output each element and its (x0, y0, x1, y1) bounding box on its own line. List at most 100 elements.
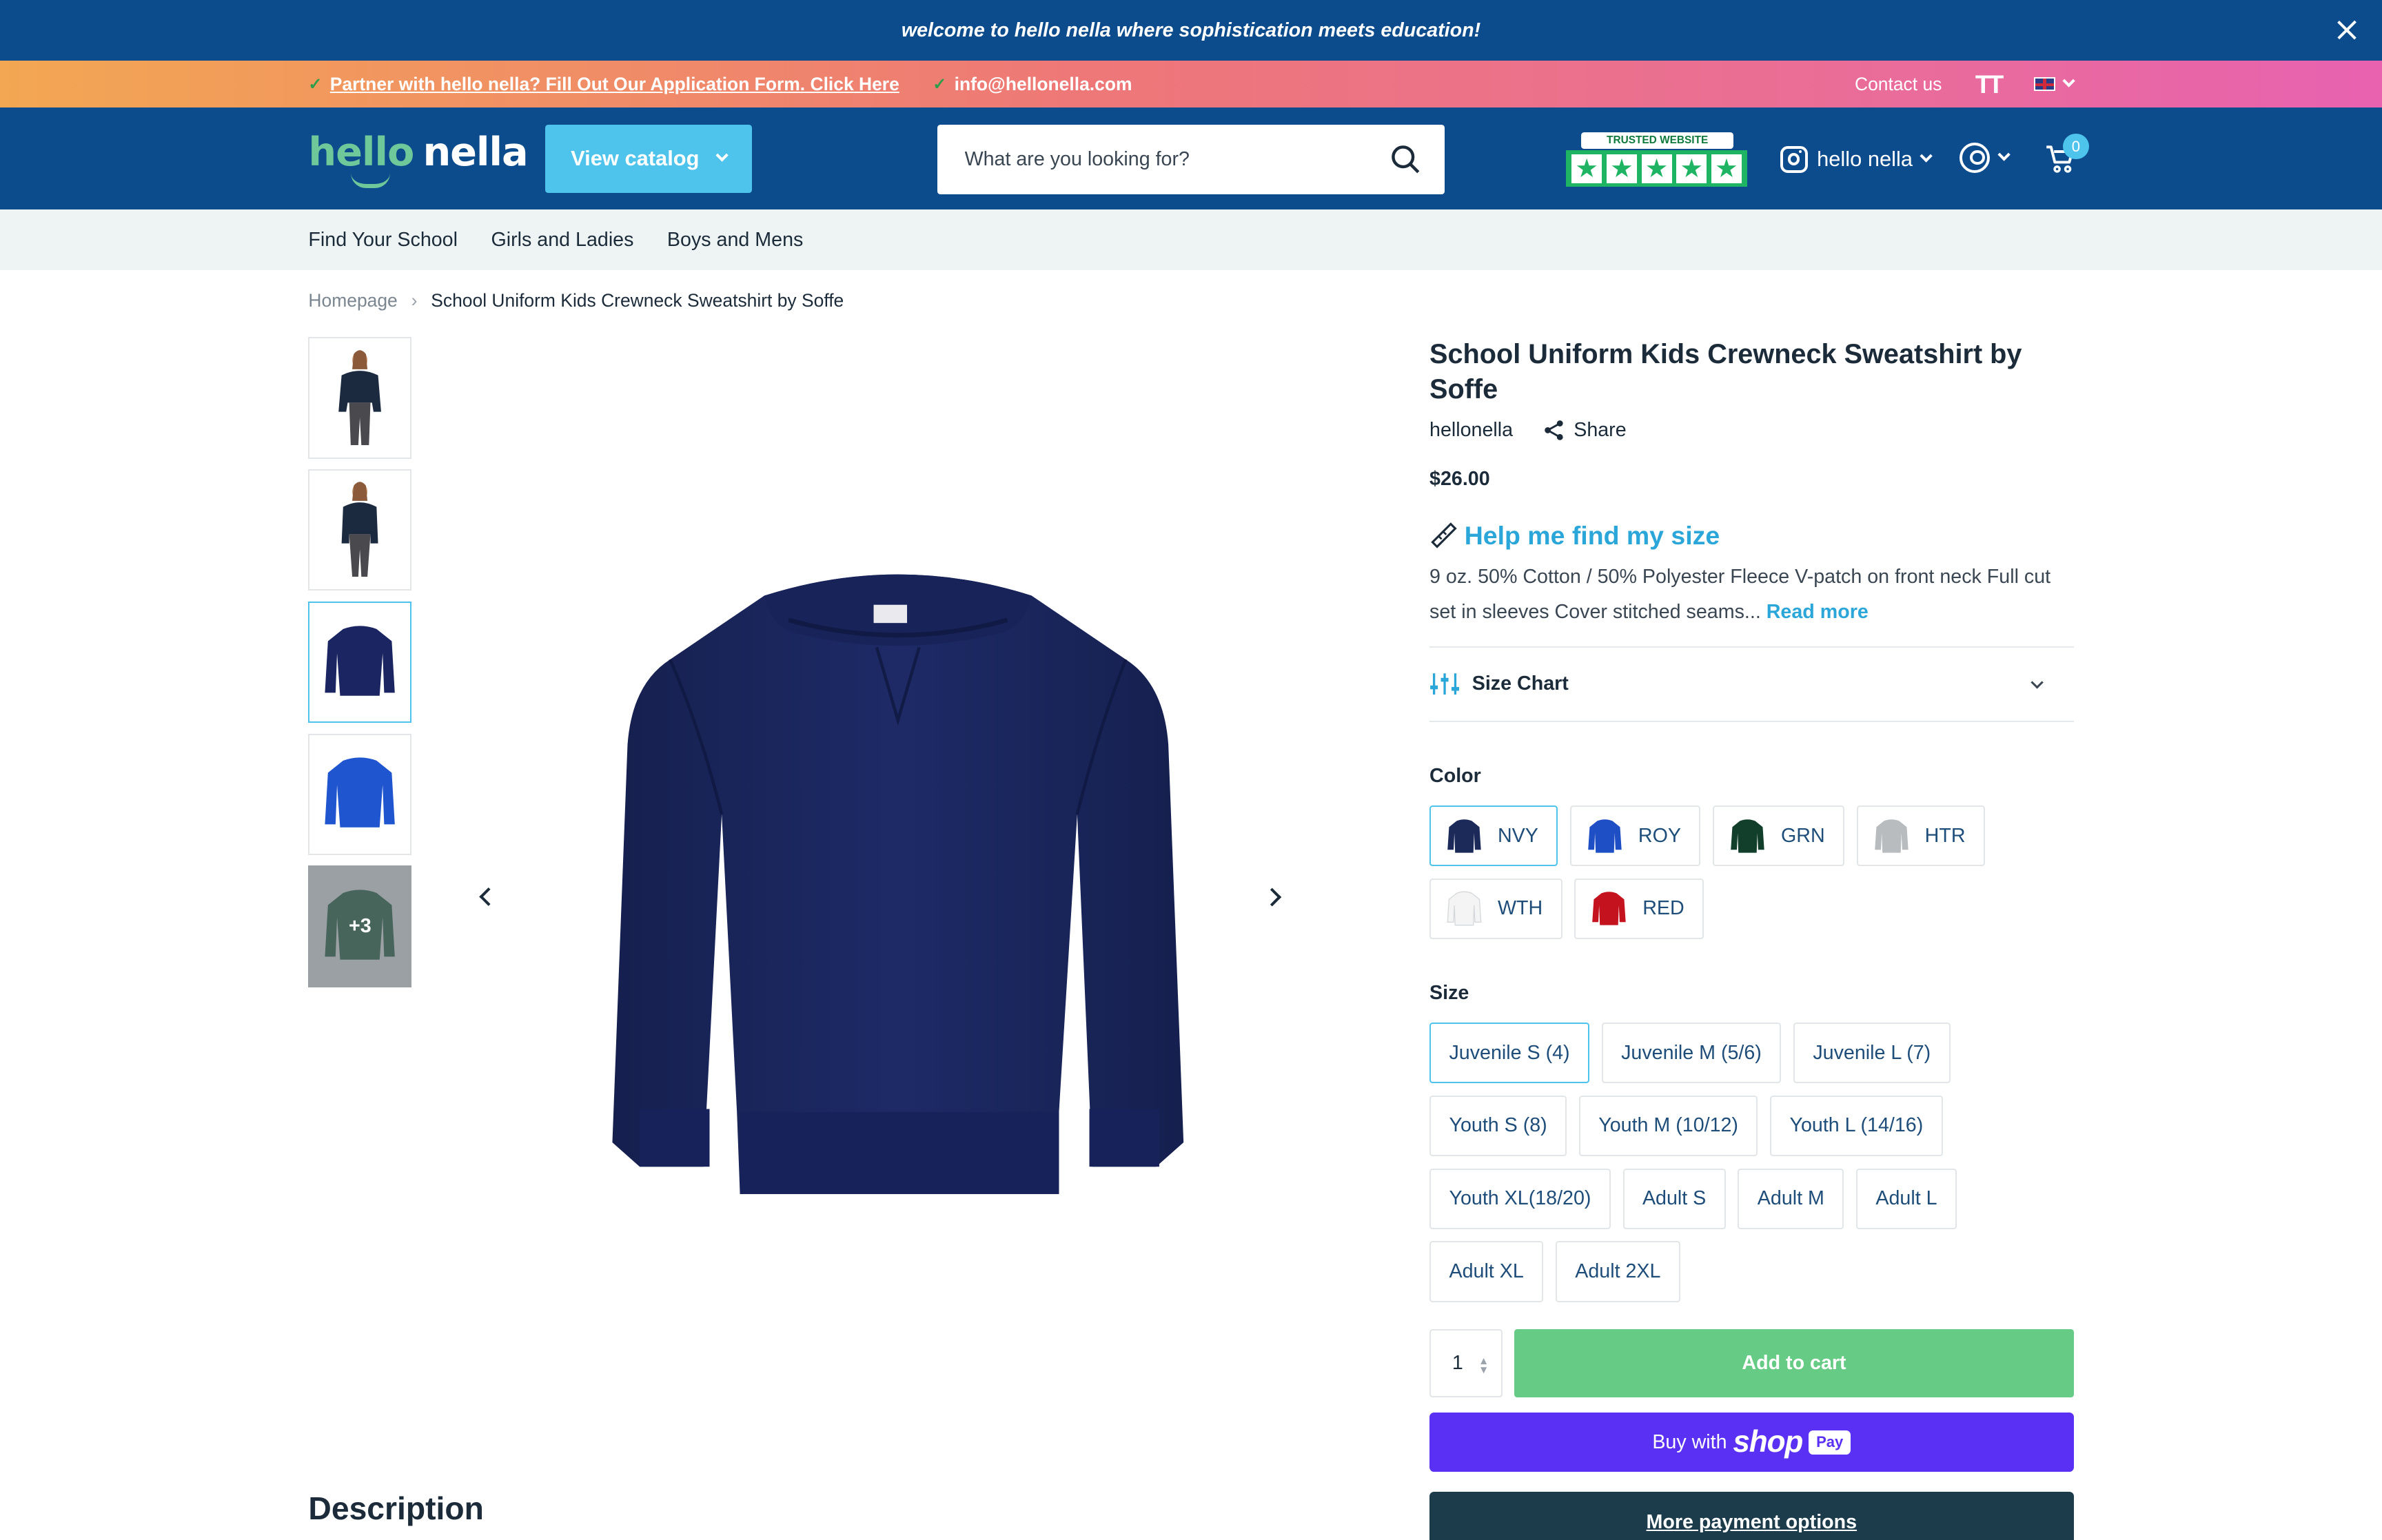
thumbnail-more[interactable]: +3 (308, 865, 412, 987)
chevron-down-icon (1920, 150, 1933, 163)
promo-email: ✓ info@hellonella.com (933, 74, 1132, 95)
ruler-icon (1431, 522, 1457, 549)
sweatshirt-swatch-icon (1447, 891, 1482, 926)
size-option[interactable]: Adult M (1738, 1168, 1844, 1229)
nav-item-find-school[interactable]: Find Your School (308, 229, 458, 251)
product-price: $26.00 (1429, 467, 1490, 490)
quantity-value: 1 (1452, 1352, 1463, 1375)
read-more-link[interactable]: Read more (1767, 601, 1869, 623)
trusted-website-badge[interactable]: TRUSTED WEBSITE ★ ★ ★ ★ ★ (1566, 132, 1747, 187)
size-option[interactable]: Juvenile S (4) (1429, 1023, 1590, 1084)
size-option[interactable]: Juvenile M (5/6) (1601, 1023, 1782, 1084)
share-label: Share (1574, 419, 1627, 442)
instagram-menu[interactable]: hello nella (1780, 141, 1933, 178)
vendor-row: hellonella Share (1429, 419, 2074, 442)
contact-link[interactable]: Contact us (1855, 74, 1942, 95)
catalog-label: View catalog (571, 146, 700, 171)
size-option[interactable]: Youth L (14/16) (1770, 1095, 1943, 1157)
check-icon: ✓ (933, 75, 947, 94)
language-selector[interactable] (2034, 74, 2076, 92)
share-button[interactable]: Share (1543, 419, 1627, 442)
partner-link[interactable]: Partner with hello nella? Fill Out Our A… (330, 74, 899, 95)
color-option-htr[interactable]: HTR (1856, 805, 1985, 867)
instagram-label: hello nella (1817, 147, 1913, 172)
add-to-cart-row: 1 ▲ ▼ Add to cart (1429, 1329, 2074, 1398)
sweatshirt-swatch-icon (1874, 819, 1908, 853)
color-option-nvy[interactable]: NVY (1429, 805, 1558, 867)
color-option-label: RED (1642, 897, 1684, 920)
add-to-cart-button[interactable]: Add to cart (1514, 1329, 2074, 1398)
size-option[interactable]: Youth S (8) (1429, 1095, 1567, 1157)
logo-nella: nella (423, 129, 528, 176)
sliders-icon (1430, 673, 1460, 695)
size-options: Juvenile S (4) Juvenile M (5/6) Juvenile L… (1429, 1023, 2074, 1302)
close-icon[interactable] (2334, 17, 2361, 44)
quantity-stepper[interactable]: 1 ▲ ▼ (1429, 1329, 1503, 1398)
thumbnail-model-front[interactable] (308, 337, 412, 459)
promo-right: Contact us TT (1855, 61, 2076, 107)
shop-pay-button[interactable]: Buy with shop Pay (1429, 1413, 2074, 1472)
nav-item-girls-ladies[interactable]: Girls and Ladies (491, 229, 633, 251)
chevron-right-icon[interactable] (1264, 885, 1288, 910)
color-option-label: HTR (1924, 824, 1966, 847)
promo-partner: ✓ Partner with hello nella? Fill Out Our… (308, 74, 899, 95)
logo[interactable]: hello nella (308, 129, 529, 189)
size-chart-toggle[interactable]: Size Chart (1429, 646, 2074, 722)
color-option-wth[interactable]: WTH (1429, 878, 1562, 939)
user-icon (1959, 143, 1991, 174)
size-chart-label: Size Chart (1472, 673, 1569, 695)
breadcrumb: Homepage › School Uniform Kids Crewneck … (308, 290, 844, 311)
email-link[interactable]: info@hellonella.com (955, 74, 1132, 95)
find-my-size-label: Help me find my size (1464, 520, 1720, 550)
star-icon: ★ (1571, 154, 1602, 183)
cart-count-badge: 0 (2063, 133, 2089, 160)
chevron-down-icon (1997, 148, 2011, 162)
size-option[interactable]: Youth XL(18/20) (1429, 1168, 1611, 1229)
sweatshirt-swatch-icon (1592, 892, 1626, 926)
color-label: Color (1429, 764, 1481, 787)
size-option[interactable]: Youth M (10/12) (1578, 1095, 1758, 1157)
color-option-roy[interactable]: ROY (1569, 805, 1701, 867)
color-option-label: NVY (1498, 824, 1538, 847)
color-option-red[interactable]: RED (1574, 878, 1704, 939)
product-title: School Uniform Kids Crewneck Sweatshirt … (1429, 339, 2022, 404)
logo-smile-icon (351, 173, 391, 189)
search-input[interactable] (961, 146, 1390, 173)
color-options: NVY ROY GRN HTR WTH RED (1429, 805, 2074, 939)
size-option[interactable]: Adult S (1622, 1168, 1726, 1229)
size-option[interactable]: Juvenile L (7) (1793, 1023, 1951, 1084)
color-option-grn[interactable]: GRN (1713, 805, 1845, 867)
cart-button[interactable]: 0 (2045, 133, 2089, 174)
search-icon[interactable] (1390, 144, 1421, 174)
trusted-label: TRUSTED WEBSITE (1581, 132, 1733, 149)
star-icon: ★ (1641, 154, 1672, 183)
product-short-description: 9 oz. 50% Cotton / 50% Polyester Fleece … (1429, 559, 2074, 629)
account-menu[interactable] (1959, 143, 2011, 174)
thumbnail-royal[interactable] (308, 733, 412, 855)
chevron-down-icon (2062, 74, 2076, 88)
thumbnail-model-side[interactable] (308, 469, 412, 591)
chevron-left-icon[interactable] (474, 885, 498, 910)
logo-hello: hello (308, 129, 414, 176)
vendor-name[interactable]: hellonella (1429, 419, 1513, 442)
main-product-image (612, 574, 1183, 1194)
find-my-size-link[interactable]: Help me find my size (1429, 521, 2074, 551)
sweatshirt-swatch-icon (1731, 819, 1764, 853)
size-option[interactable]: Adult L (1855, 1168, 1957, 1229)
product-gallery (440, 337, 1321, 1453)
text-size-icon[interactable]: TT (1975, 70, 2004, 99)
size-option[interactable]: Adult XL (1429, 1241, 1544, 1302)
star-icon: ★ (1676, 154, 1707, 183)
breadcrumb-home[interactable]: Homepage (308, 290, 397, 311)
more-payment-options-button[interactable]: More payment options (1429, 1492, 2074, 1540)
view-catalog-button[interactable]: View catalog (545, 124, 753, 193)
announcement-bar: welcome to hello nella where sophisticat… (0, 0, 2382, 61)
thumbnail-navy[interactable] (308, 601, 412, 723)
nav-item-boys-mens[interactable]: Boys and Mens (667, 229, 803, 251)
size-option[interactable]: Adult 2XL (1555, 1241, 1680, 1302)
stepper-arrows-icon[interactable]: ▲ ▼ (1478, 1356, 1489, 1376)
description-text: 9 oz. 50% Cotton / 50% Polyester Fleece … (1429, 566, 2051, 623)
promo-bar: ✓ Partner with hello nella? Fill Out Our… (0, 61, 2382, 108)
more-images-count: +3 (349, 914, 371, 937)
main-nav: Find Your School Girls and Ladies Boys a… (0, 209, 2382, 271)
